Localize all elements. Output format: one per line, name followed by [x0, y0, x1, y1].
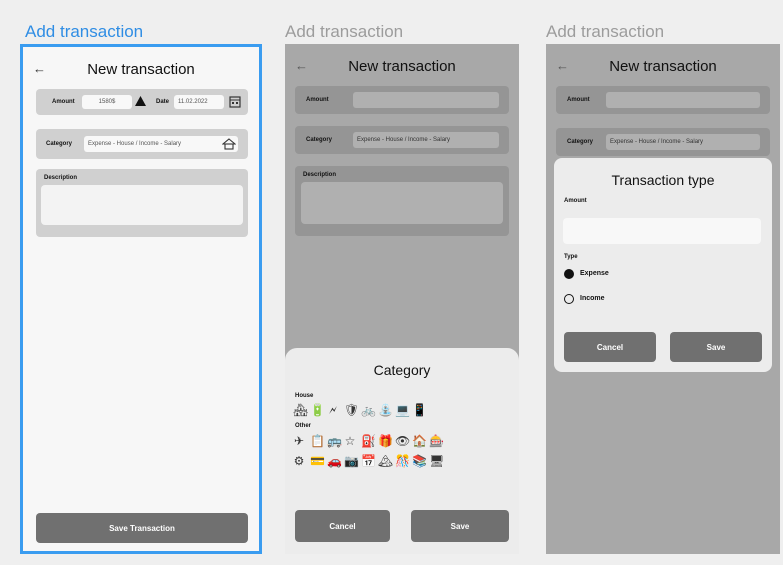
save-button[interactable]: Save [670, 332, 762, 362]
card-icon[interactable]: 💳 [310, 454, 325, 468]
amount-label: Amount [52, 99, 75, 105]
header: ← New transaction [23, 59, 259, 83]
save-button[interactable]: Save [411, 510, 509, 542]
sheet-amount-label: Amount [564, 198, 587, 204]
eye-icon[interactable]: 👁 [395, 434, 410, 448]
amount-date-card: Amount 1580$ Date 11.02.2022 [36, 89, 248, 115]
board-title-3: Add transaction [546, 22, 665, 41]
date-label: Date [156, 99, 170, 105]
board-title-1: Add transaction [25, 22, 144, 41]
calendar-icon[interactable]: 📅 [361, 454, 376, 468]
category-field[interactable]: Expense - House / Income - Salary [84, 136, 238, 152]
books-icon[interactable]: 📚 [412, 454, 427, 468]
description-input[interactable] [41, 185, 243, 225]
screen-category-picker: ← New transaction Amount Category Expens… [285, 44, 519, 554]
description-card: Description [295, 166, 509, 236]
description-input[interactable] [301, 182, 503, 224]
group-other-label: Other [295, 423, 312, 429]
category-label: Category [306, 137, 333, 143]
board-title-2: Add transaction [285, 22, 404, 41]
amount-label: Amount [306, 97, 329, 103]
screen-new-transaction: ← New transaction Amount 1580$ Date 11.0… [20, 44, 262, 554]
save-transaction-button[interactable]: Save Transaction [36, 513, 248, 543]
amount-field[interactable] [606, 92, 760, 108]
category-label: Category [46, 141, 73, 147]
bus-icon[interactable]: 🚌 [327, 434, 342, 448]
category-card: Category Expense - House / Income - Sala… [295, 126, 509, 154]
calendar-icon[interactable] [229, 95, 241, 108]
fuel-icon[interactable]: ⛽ [361, 434, 376, 448]
category-sheet: Category House 🏘 🔋 🗲 🛡 🚲 ⛲ 💻 📱 Other ✈ 📋… [285, 348, 519, 554]
page-title: New transaction [609, 58, 717, 75]
mountain-icon[interactable]: 🏔 [378, 454, 393, 468]
bicycle-icon[interactable]: 🚲 [361, 403, 376, 418]
plane-icon[interactable]: ✈ [293, 434, 305, 448]
sheet-amount-input[interactable] [563, 218, 761, 244]
expense-radio[interactable] [564, 269, 574, 279]
car-icon[interactable]: 🚗 [327, 454, 342, 468]
group-house-label: House [295, 393, 314, 399]
phone-icon[interactable]: 📱 [412, 403, 427, 418]
houses-icon[interactable]: 🏘 [293, 403, 308, 418]
battery-icon[interactable]: 🔋 [310, 403, 325, 418]
clipboard-icon[interactable]: 📋 [310, 434, 325, 448]
monitor-icon[interactable]: 🖥 [429, 454, 444, 468]
description-label: Description [44, 175, 78, 181]
expense-label: Expense [580, 270, 609, 277]
amount-card: Amount [295, 86, 509, 114]
income-label: Income [580, 295, 605, 302]
fountain-icon[interactable]: ⛲ [378, 403, 393, 418]
cancel-button[interactable]: Cancel [295, 510, 390, 542]
header: ← New transaction [285, 56, 519, 80]
slot-machine-icon[interactable]: 🎰 [429, 434, 444, 448]
category-card: Category Expense - House / Income - Sala… [36, 129, 248, 159]
other-icons-row-1: ✈ 📋 🚌 ☆ ⛽ 🎁 👁 🏠 🎰 [293, 434, 444, 448]
computer-icon[interactable]: 💻 [395, 403, 410, 418]
house-icons-row: 🏘 🔋 🗲 🛡 🚲 ⛲ 💻 📱 [293, 403, 427, 418]
description-label: Description [303, 172, 337, 178]
house-icon[interactable] [222, 138, 236, 150]
description-card: Description [36, 169, 248, 237]
page-title: New transaction [348, 58, 456, 75]
amount-card: Amount [556, 86, 770, 114]
header: ← New transaction [546, 56, 780, 80]
cancel-button[interactable]: Cancel [564, 332, 656, 362]
category-field[interactable]: Expense - House / Income - Salary [353, 132, 499, 148]
camera-icon[interactable]: 📷 [344, 454, 359, 468]
insurance-icon[interactable]: 🛡 [344, 403, 359, 418]
party-icon[interactable]: 🎊 [395, 454, 410, 468]
amount-field[interactable]: 1580$ [82, 95, 132, 109]
sheet-title: Category [373, 362, 431, 378]
settings-icon[interactable]: ⚙ [293, 454, 305, 468]
category-card: Category Expense - House / Income - Sala… [556, 128, 770, 156]
date-field[interactable]: 11.02.2022 [174, 95, 224, 109]
income-radio[interactable] [564, 294, 574, 304]
sheet-title: Transaction type [611, 172, 715, 188]
home-icon[interactable]: 🏠 [412, 434, 427, 448]
category-field[interactable]: Expense - House / Income - Salary [606, 134, 760, 150]
electricity-icon[interactable]: 🗲 [327, 403, 339, 418]
gift-icon[interactable]: 🎁 [378, 434, 393, 448]
star-icon[interactable]: ☆ [344, 434, 356, 448]
page-title: New transaction [87, 61, 195, 78]
transaction-type-sheet: Transaction type Amount Type Expense Inc… [554, 158, 772, 372]
screen-transaction-type: ← New transaction Amount Category Expens… [546, 44, 780, 554]
triangle-up-icon[interactable] [135, 96, 146, 106]
amount-field[interactable] [353, 92, 499, 108]
amount-label: Amount [567, 97, 590, 103]
category-label: Category [567, 139, 594, 145]
type-label: Type [564, 254, 578, 260]
other-icons-row-2: ⚙ 💳 🚗 📷 📅 🏔 🎊 📚 🖥 [293, 454, 445, 468]
